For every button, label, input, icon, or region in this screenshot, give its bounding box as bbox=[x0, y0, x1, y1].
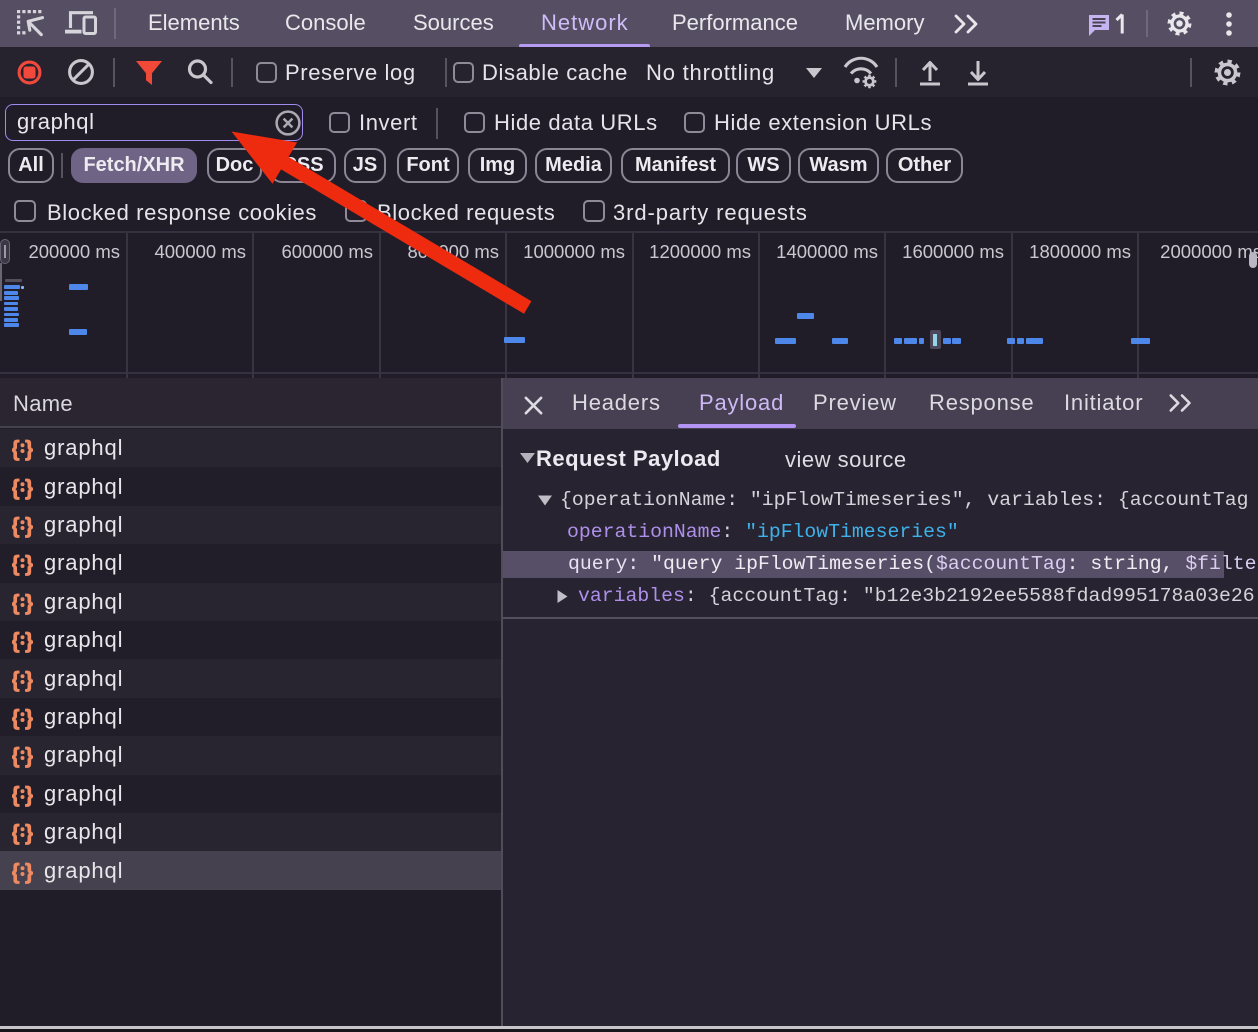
svg-text:}: } bbox=[25, 743, 33, 768]
svg-text:{: { bbox=[12, 859, 20, 884]
svg-text:{: { bbox=[12, 551, 20, 576]
svg-text:{: { bbox=[12, 743, 20, 768]
svg-text:{: { bbox=[12, 475, 20, 500]
svg-text:}: } bbox=[25, 436, 33, 461]
svg-text:{: { bbox=[12, 705, 20, 730]
svg-text:}: } bbox=[25, 820, 33, 845]
svg-text:}: } bbox=[25, 705, 33, 730]
svg-text:}: } bbox=[25, 782, 33, 807]
svg-text:}: } bbox=[25, 667, 33, 692]
svg-text:{: { bbox=[12, 513, 20, 538]
svg-text:{: { bbox=[12, 590, 20, 615]
svg-text:{: { bbox=[12, 436, 20, 461]
svg-text:{: { bbox=[12, 628, 20, 653]
svg-text:{: { bbox=[12, 782, 20, 807]
svg-text:{: { bbox=[12, 667, 20, 692]
svg-text:}: } bbox=[25, 628, 33, 653]
svg-text:}: } bbox=[25, 551, 33, 576]
svg-text:{: { bbox=[12, 820, 20, 845]
svg-text:}: } bbox=[25, 475, 33, 500]
svg-text:}: } bbox=[25, 590, 33, 615]
svg-text:}: } bbox=[25, 513, 33, 538]
svg-text:}: } bbox=[25, 859, 33, 884]
